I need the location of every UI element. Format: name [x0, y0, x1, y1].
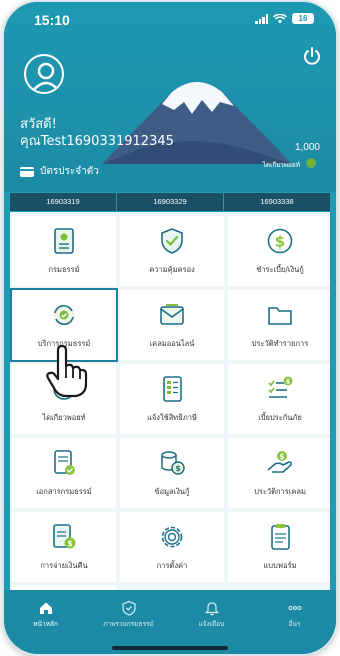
tile-label: ข้อมูลเงินกู้ — [154, 487, 190, 496]
policy-number[interactable]: 16903338 — [224, 193, 330, 211]
shield-check-icon — [161, 228, 183, 254]
nav-label: หน้าหลัก — [33, 620, 58, 628]
dollar-circle-icon: $ — [267, 228, 293, 254]
greeting-text: สวัสดี! — [20, 117, 57, 132]
tile-label: การตั้งค่า — [156, 561, 188, 570]
tile-label: กรมธรรม์ — [48, 265, 80, 274]
home-indicator — [112, 646, 228, 650]
status-time: 15:10 — [34, 12, 70, 28]
greeting-block: สวัสดี! คุณTest1690331912345 — [20, 116, 174, 150]
tile-label: ความคุ้มครอง — [149, 265, 195, 274]
status-icons: 16 — [255, 13, 314, 24]
user-name: คุณTest1690331912345 — [20, 134, 174, 149]
form-icon — [271, 524, 290, 550]
tax-document-icon — [163, 376, 182, 402]
menu-tile-history[interactable]: ประวัติทำรายการ — [228, 290, 330, 360]
document-check-icon — [54, 450, 75, 475]
tile-label: แจ้งใช้สิทธิภาษี — [147, 413, 197, 422]
menu-tile-forms[interactable]: แบบฟอร์ม — [228, 512, 330, 582]
menu-tile-refund[interactable]: $ การจ่ายเงินคืน — [12, 512, 116, 582]
id-card-button[interactable]: บัตรประจำตัว — [20, 164, 99, 179]
nav-label: แจ้งเตือน — [198, 620, 225, 628]
avatar[interactable] — [24, 54, 64, 94]
header-banner: 15:10 16 สวัสดี! คุณTest1690331912345 1,… — [4, 2, 336, 192]
points-label: ไดเกียวพอยท์ — [262, 161, 300, 169]
bottom-nav: หน้าหลัก ภาพรวมกรมธรรม์ แจ้งเตือน อื่นๆ — [4, 590, 336, 654]
points-value: 1,000 — [294, 142, 320, 153]
tile-label: ไดเกียวพอยท์ — [42, 413, 86, 422]
menu-grid: กรมธรรม์ ความคุ้มครอง $ ชำระเบี้ย/เงินกู… — [10, 212, 330, 590]
tile-label: ประวัติการเคลม — [254, 487, 306, 496]
policy-number[interactable]: 16903329 — [117, 193, 224, 211]
tile-label: เคลมออนไลน์ — [149, 339, 195, 348]
menu-tile-policy[interactable]: กรมธรรม์ — [12, 216, 116, 286]
refresh-check-icon — [53, 304, 75, 326]
card-icon — [20, 166, 34, 177]
menu-tile-coverage[interactable]: ความคุ้มครอง — [120, 216, 224, 286]
policy-number[interactable]: 16903319 — [10, 193, 117, 211]
nav-more[interactable]: อื่นๆ — [253, 590, 336, 654]
home-icon — [39, 602, 52, 614]
tap-hand-icon — [46, 344, 88, 398]
menu-tile-tax[interactable]: แจ้งใช้สิทธิภาษี — [120, 364, 224, 434]
bell-icon — [204, 602, 219, 616]
menu-tile-claim-online[interactable]: เคลมออนไลน์ — [120, 290, 224, 360]
tile-label: ประวัติทำรายการ — [251, 339, 309, 348]
menu-tile-settings[interactable]: การตั้งค่า — [120, 512, 224, 582]
tile-label: เบี้ยประกันภัย — [258, 413, 302, 422]
id-card-label: บัตรประจำตัว — [40, 166, 99, 177]
tile-label: การจ่ายเงินคืน — [40, 561, 88, 570]
coins-icon: $ — [161, 451, 185, 475]
nav-label: อื่นๆ — [288, 620, 301, 628]
envelope-icon — [160, 304, 184, 325]
status-bar: 15:10 16 — [4, 2, 336, 36]
phone-frame: 15:10 16 สวัสดี! คุณTest1690331912345 1,… — [4, 2, 336, 654]
menu-tile-loan-info[interactable]: $ ข้อมูลเงินกู้ — [120, 438, 224, 508]
checklist-dollar-icon: $ — [268, 376, 293, 398]
tile-label: ชำระเบี้ย/เงินกู้ — [256, 265, 304, 274]
menu-tile-policy-docs[interactable]: เอกสารกรมธรรม์ — [12, 438, 116, 508]
policy-strip: 16903319 16903329 16903338 — [10, 193, 330, 211]
refund-document-icon: $ — [53, 524, 76, 549]
svg-text:$: $ — [275, 233, 285, 251]
nav-label: ภาพรวมกรมธรรม์ — [103, 620, 154, 628]
signal-icon — [255, 13, 268, 24]
tile-label: แบบฟอร์ม — [263, 561, 297, 570]
svg-text:$: $ — [67, 539, 72, 548]
svg-text:$: $ — [175, 464, 181, 473]
menu-tile-premium[interactable]: $ เบี้ยประกันภัย — [228, 364, 330, 434]
menu-tile-payment[interactable]: $ ชำระเบี้ย/เงินกู้ — [228, 216, 330, 286]
menu-tile-claim-history[interactable]: $ ประวัติการเคลม — [228, 438, 330, 508]
battery-icon: 16 — [292, 13, 314, 24]
more-icon — [288, 606, 301, 610]
points-coin-icon — [306, 158, 316, 168]
hand-coin-icon: $ — [267, 451, 293, 473]
wifi-icon — [273, 13, 287, 23]
nav-policy-overview[interactable]: ภาพรวมกรมธรรม์ — [87, 590, 170, 654]
svg-text:$: $ — [286, 378, 291, 386]
nav-home[interactable]: หน้าหลัก — [4, 590, 87, 654]
svg-text:$: $ — [279, 452, 284, 461]
user-icon — [31, 62, 61, 92]
nav-notifications[interactable]: แจ้งเตือน — [170, 590, 253, 654]
gear-icon — [161, 526, 183, 548]
power-icon[interactable] — [302, 46, 322, 66]
tile-label: เอกสารกรมธรรม์ — [36, 487, 92, 496]
document-icon — [54, 228, 74, 254]
shield-icon — [121, 600, 136, 616]
folder-icon — [268, 307, 292, 325]
